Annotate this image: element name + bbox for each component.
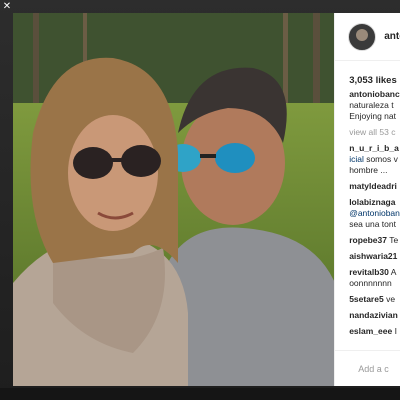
comment-first-line: lolabiznaga: [349, 197, 400, 208]
comment-text: A: [388, 267, 397, 277]
comment-text: oonnnnnnn: [349, 278, 392, 288]
post-info-panel: antonioba 3,053 likes antoniobanc natura…: [334, 13, 400, 386]
comment-line: @antoniobanc: [349, 208, 400, 219]
comment-username[interactable]: lolabiznaga: [349, 197, 395, 207]
post-photo-image: [13, 13, 335, 386]
comment-username[interactable]: revitalb30: [349, 267, 389, 277]
add-comment-row: [335, 350, 400, 386]
post-header: antonioba: [335, 13, 400, 61]
comment-first-line: nandazivian: [349, 310, 400, 321]
comment-item: revitalb30 Aoonnnnnnn: [349, 267, 400, 289]
comment-text: Te: [386, 235, 399, 245]
comment-username[interactable]: n_u_r_i_b_a: [349, 143, 399, 153]
comment-line: hombre ...: [349, 165, 400, 176]
comment-first-line: eslam_eee I: [349, 326, 400, 337]
comment-first-line: ropebe37 Te: [349, 235, 400, 246]
comment-username[interactable]: aishwaria21: [349, 251, 397, 261]
comment-text: I: [392, 326, 397, 336]
comment-mention[interactable]: icial: [349, 154, 364, 164]
profile-avatar[interactable]: [348, 22, 377, 51]
post-author-username[interactable]: antonioba: [384, 31, 400, 42]
post-photo: [13, 13, 335, 386]
comment-item: n_u_r_i_b_a icial somos v hombre ...: [349, 143, 400, 176]
caption: antoniobanc naturaleza t Enjoying nat: [349, 89, 400, 122]
comment-mention[interactable]: @antoniobanc: [349, 208, 400, 218]
add-comment-input[interactable]: [358, 363, 400, 374]
background-thumbnails: [0, 388, 400, 400]
comment-username[interactable]: ropebe37: [349, 235, 387, 245]
comment-username[interactable]: nandazivian: [349, 310, 398, 320]
comment-item: eslam_eee I: [349, 326, 400, 337]
comment-first-line: 5setare5 ve: [349, 294, 400, 305]
comment-text: hombre ...: [349, 165, 388, 175]
comment-item: lolabiznaga @antoniobanc sea una tont: [349, 197, 400, 230]
comment-username[interactable]: matyldeadri: [349, 181, 397, 191]
caption-username[interactable]: antoniobanc: [349, 89, 400, 99]
post-modal: antonioba 3,053 likes antoniobanc natura…: [13, 13, 400, 386]
comment-item: aishwaria21: [349, 251, 400, 262]
comment-text: ve: [383, 294, 396, 304]
caption-line: naturaleza t: [349, 100, 394, 110]
comment-text: sea una tont: [349, 219, 396, 229]
comment-line: sea una tont: [349, 219, 400, 230]
comment-first-line: aishwaria21: [349, 251, 400, 262]
likes-count[interactable]: 3,053 likes: [335, 61, 400, 86]
comment-first-line: n_u_r_i_b_a: [349, 143, 400, 154]
comment-item: matyldeadri: [349, 181, 400, 192]
caption-line: Enjoying nat: [349, 111, 396, 121]
comment-item: 5setare5 ve: [349, 294, 400, 305]
comment-line: icial somos v: [349, 154, 400, 165]
close-icon[interactable]: ✕: [2, 2, 12, 12]
comment-line: oonnnnnnn: [349, 278, 400, 289]
comment-item: nandazivian: [349, 310, 400, 321]
comment-username[interactable]: eslam_eee: [349, 326, 392, 336]
comments-list: antoniobanc naturaleza t Enjoying nat vi…: [335, 81, 400, 337]
comment-item: ropebe37 Te: [349, 235, 400, 246]
view-all-comments-link[interactable]: view all 53 c: [349, 127, 400, 138]
comment-first-line: matyldeadri: [349, 181, 400, 192]
comment-first-line: revitalb30 A: [349, 267, 400, 278]
comment-text: somos v: [363, 154, 398, 164]
comment-username[interactable]: 5setare5: [349, 294, 384, 304]
